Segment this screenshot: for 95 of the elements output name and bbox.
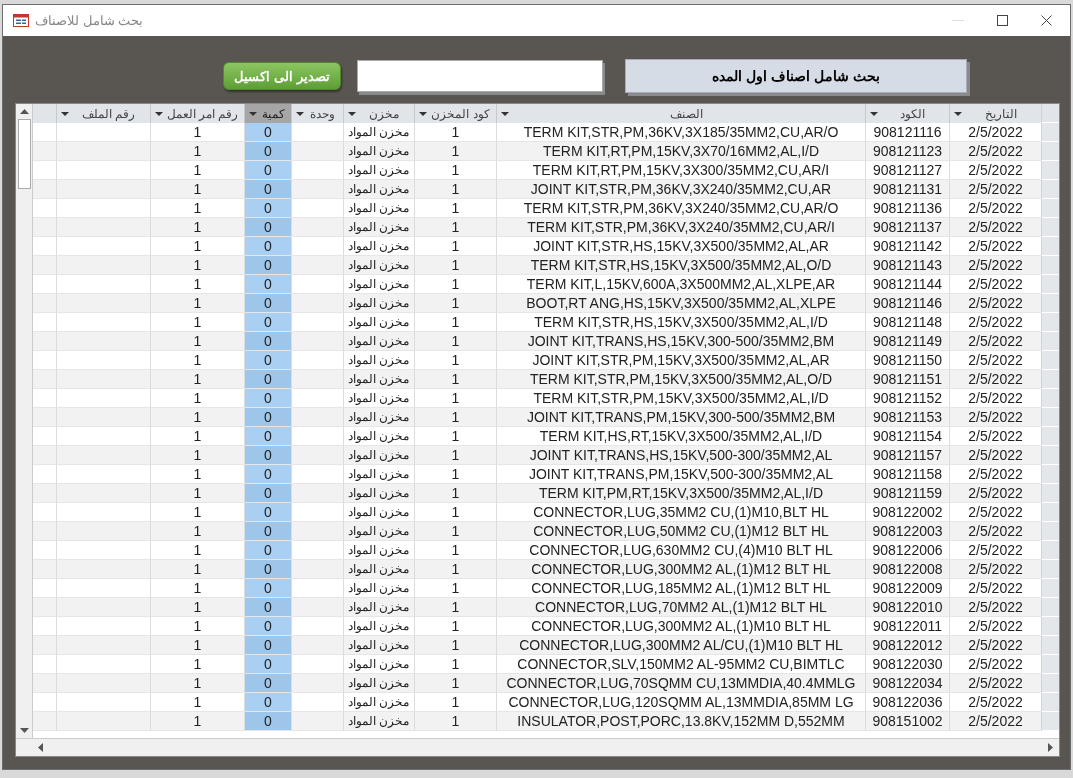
record-selector[interactable]: [1041, 693, 1059, 712]
table-cell: 0: [244, 408, 291, 427]
record-selector[interactable]: [1041, 294, 1059, 313]
record-selector[interactable]: [1041, 655, 1059, 674]
form-heading: بحث شامل اصناف اول المده: [625, 59, 967, 93]
record-selector[interactable]: [1041, 579, 1059, 598]
select-all-corner[interactable]: [1041, 104, 1059, 123]
record-selector[interactable]: [1041, 560, 1059, 579]
form-icon: [13, 14, 29, 27]
dropdown-arrow-icon[interactable]: [870, 111, 878, 116]
record-selector[interactable]: [1041, 199, 1059, 218]
table-cell: 0: [244, 389, 291, 408]
record-selector[interactable]: [1041, 484, 1059, 503]
horizontal-scrollbar[interactable]: [16, 738, 1059, 756]
record-selector[interactable]: [1041, 712, 1059, 731]
minimize-icon[interactable]: [952, 19, 964, 22]
scroll-left-icon[interactable]: [38, 743, 43, 752]
dropdown-arrow-icon[interactable]: [501, 111, 509, 116]
table-cell: 0: [244, 161, 291, 180]
scroll-thumb[interactable]: [17, 119, 31, 189]
table-cell: 0: [244, 560, 291, 579]
table-cell: 0: [244, 370, 291, 389]
record-selector[interactable]: [1041, 522, 1059, 541]
table-cell: 0: [244, 522, 291, 541]
table-cell: 0: [244, 275, 291, 294]
dropdown-arrow-icon[interactable]: [419, 111, 427, 116]
record-selector[interactable]: [1041, 389, 1059, 408]
dropdown-arrow-icon[interactable]: [61, 111, 69, 116]
record-selector[interactable]: [1041, 237, 1059, 256]
record-selector[interactable]: [1041, 370, 1059, 389]
table-cell: 2/5/2022: [949, 712, 1041, 731]
dropdown-arrow-icon[interactable]: [348, 111, 356, 116]
dropdown-arrow-icon[interactable]: [249, 111, 257, 116]
table-cell: 0: [244, 541, 291, 560]
record-selector[interactable]: [1041, 598, 1059, 617]
table-cell: INSULATOR,POST,PORC,13.8KV,152MM D,552MM: [496, 712, 865, 731]
close-icon[interactable]: [1041, 15, 1052, 26]
record-selector[interactable]: [1041, 408, 1059, 427]
table-cell: 0: [244, 484, 291, 503]
window-title: بحث شامل للاصناف: [35, 13, 144, 28]
table-cell: 0: [244, 294, 291, 313]
dropdown-arrow-icon[interactable]: [954, 111, 962, 116]
record-selector[interactable]: [1041, 313, 1059, 332]
record-selector[interactable]: [1041, 465, 1059, 484]
table-cell: 0: [244, 465, 291, 484]
table-cell: 0: [244, 446, 291, 465]
table-cell: 0: [244, 579, 291, 598]
record-selector[interactable]: [1041, 446, 1059, 465]
table-cell: 1: [150, 712, 244, 731]
record-selector[interactable]: [1041, 123, 1059, 142]
record-selector[interactable]: [1041, 503, 1059, 522]
table-cell: 0: [244, 427, 291, 446]
record-selector[interactable]: [1041, 275, 1059, 294]
record-selector[interactable]: [1041, 161, 1059, 180]
table-cell: 0: [244, 598, 291, 617]
table-cell: 0: [244, 313, 291, 332]
table-cell: 0: [244, 256, 291, 275]
scroll-right-icon[interactable]: [1048, 743, 1053, 752]
record-selector[interactable]: [1041, 617, 1059, 636]
record-selector[interactable]: [1041, 218, 1059, 237]
maximize-icon[interactable]: [997, 15, 1008, 26]
table-cell: 0: [244, 123, 291, 142]
table-cell: 0: [244, 693, 291, 712]
table-cell: مخزن المواد: [343, 712, 414, 731]
scroll-down-icon[interactable]: [19, 728, 29, 733]
table-cell: 0: [244, 636, 291, 655]
column-header[interactable]: كمية: [244, 104, 291, 123]
table-cell: 1: [414, 712, 496, 731]
dropdown-arrow-icon[interactable]: [296, 111, 304, 116]
dropdown-arrow-icon[interactable]: [155, 111, 163, 116]
table-cell: 0: [244, 237, 291, 256]
record-selector[interactable]: [1041, 256, 1059, 275]
record-selector[interactable]: [1041, 636, 1059, 655]
scroll-up-icon[interactable]: [19, 109, 29, 114]
table-cell: 0: [244, 617, 291, 636]
table-cell: 0: [244, 351, 291, 370]
record-selector[interactable]: [1041, 332, 1059, 351]
vertical-scrollbar[interactable]: [16, 104, 33, 738]
table-cell: 0: [244, 503, 291, 522]
table-cell: 908151002: [865, 712, 949, 731]
record-selector[interactable]: [1041, 351, 1059, 370]
search-field[interactable]: [357, 60, 603, 92]
table-cell: 0: [244, 199, 291, 218]
record-selector[interactable]: [1041, 142, 1059, 161]
table-cell: 0: [244, 712, 291, 731]
record-selector[interactable]: [1041, 427, 1059, 446]
table-cell: 0: [244, 332, 291, 351]
record-selector[interactable]: [1041, 674, 1059, 693]
record-selector[interactable]: [1041, 541, 1059, 560]
record-selector[interactable]: [1041, 180, 1059, 199]
table-cell: 0: [244, 655, 291, 674]
table-cell: 0: [244, 218, 291, 237]
table-cell: 0: [244, 674, 291, 693]
table-cell: 0: [244, 142, 291, 161]
table-cell: 0: [244, 180, 291, 199]
